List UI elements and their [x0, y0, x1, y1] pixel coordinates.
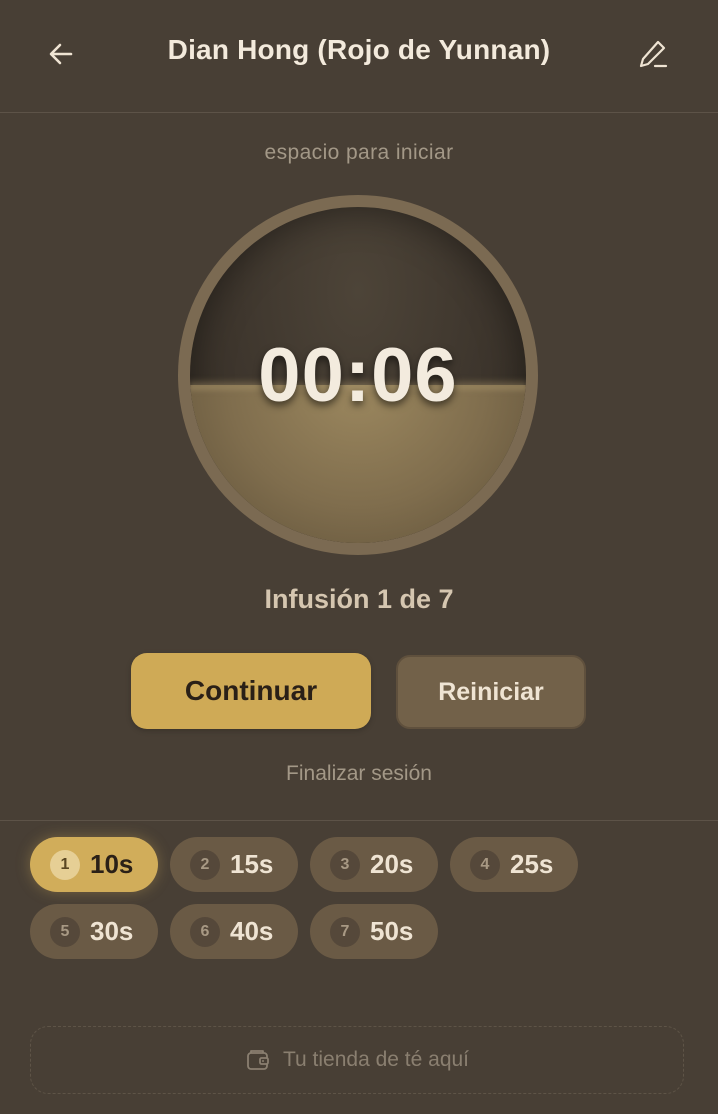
steep-chip-1[interactable]: 1 10s	[30, 837, 158, 892]
header-bar: Dian Hong (Rojo de Yunnan)	[0, 0, 718, 113]
steep-time: 40s	[230, 916, 274, 946]
steep-number: 6	[190, 916, 220, 947]
edit-button[interactable]	[625, 28, 681, 84]
steep-number: 3	[330, 849, 360, 880]
steep-time: 50s	[370, 916, 414, 946]
steep-number: 1	[50, 849, 80, 880]
tea-shop-label: Tu tienda de té aquí	[282, 1048, 470, 1071]
steep-time: 25s	[510, 849, 554, 879]
steep-time: 15s	[230, 849, 274, 879]
steep-time: 10s	[90, 849, 134, 879]
timer-cup: 00:06	[190, 207, 526, 543]
steep-chip-2[interactable]: 2 15s	[170, 837, 298, 892]
steep-chip-6[interactable]: 6 40s	[170, 904, 298, 959]
steep-chip-5[interactable]: 5 30s	[30, 904, 158, 959]
steep-chip-3[interactable]: 3 20s	[310, 837, 438, 892]
pencil-icon	[637, 38, 669, 75]
wallet-icon	[245, 1047, 271, 1073]
page-title: Dian Hong (Rojo de Yunnan)	[167, 34, 551, 65]
reset-button[interactable]: Reiniciar	[396, 655, 586, 729]
divider	[0, 820, 718, 821]
steep-number: 7	[330, 916, 360, 947]
steep-time: 20s	[370, 849, 414, 879]
steep-list: 1 10s 2 15s 3 20s 4 25s 5 30s 6 40s 7 50…	[30, 837, 590, 959]
timer-display: 00:06	[258, 332, 458, 418]
infusion-counter: Infusión 1 de 7	[264, 584, 454, 614]
start-hint: espacio para iniciar	[264, 141, 454, 164]
steep-chip-7[interactable]: 7 50s	[310, 904, 438, 959]
back-button[interactable]	[33, 28, 89, 84]
steep-number: 2	[190, 849, 220, 880]
end-session-link[interactable]: Finalizar sesión	[0, 762, 718, 786]
steep-chip-4[interactable]: 4 25s	[450, 837, 578, 892]
steep-number: 5	[50, 916, 80, 947]
steep-time: 30s	[90, 916, 134, 946]
arrow-left-icon	[47, 40, 75, 73]
steep-number: 4	[470, 849, 500, 880]
tea-shop-button[interactable]: Tu tienda de té aquí	[30, 1026, 684, 1094]
timer-dial[interactable]: 00:06	[178, 195, 538, 555]
continue-button[interactable]: Continuar	[131, 653, 371, 729]
